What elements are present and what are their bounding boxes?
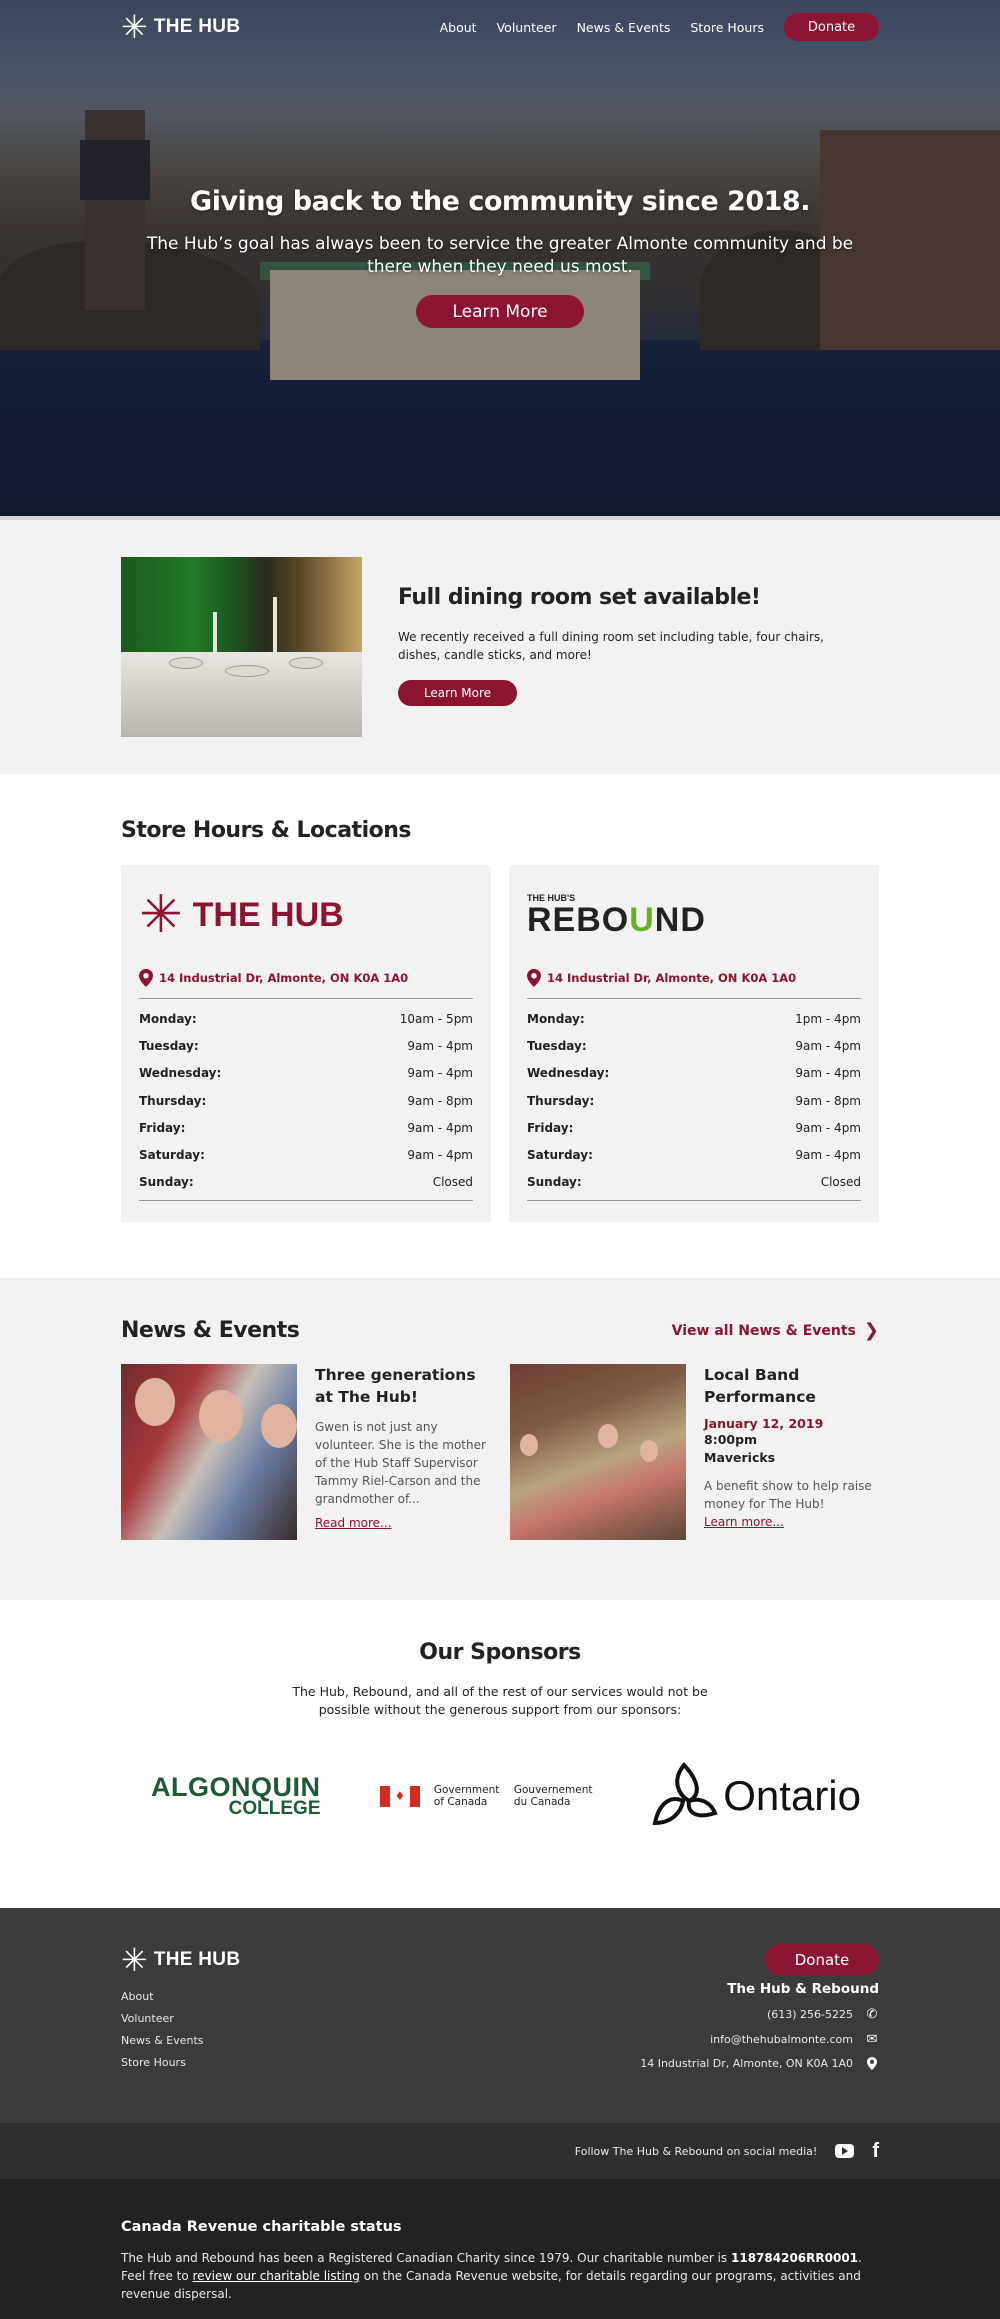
store-hours-title: Store Hours & Locations — [121, 818, 412, 843]
asterisk-logo-icon: ✳ — [121, 1941, 148, 1979]
nav-links: About Volunteer News & Events Store Hour… — [440, 13, 879, 41]
hours-row: Wednesday: 9am - 4pm — [527, 1066, 861, 1081]
hero-learn-more-button[interactable]: Learn More — [416, 295, 584, 328]
envelope-icon: ✉ — [866, 2032, 878, 2047]
learn-more-link[interactable]: Learn more... — [704, 1515, 878, 1529]
site-logo[interactable]: ✳ THE HUB — [121, 11, 240, 43]
footer-nav-news-events[interactable]: News & Events — [121, 2034, 240, 2047]
facebook-icon[interactable]: f — [872, 2140, 879, 2163]
hours-row: Tuesday: 9am - 4pm — [527, 1038, 861, 1053]
map-pin-icon — [866, 2057, 878, 2070]
site-footer: ✳ THE HUB About Volunteer News & Events … — [0, 1908, 1000, 2123]
nav-news-events[interactable]: News & Events — [577, 20, 671, 35]
hours-row: Thursday: 9am - 8pm — [527, 1093, 861, 1108]
hours-row: Saturday: 9am - 4pm — [527, 1148, 861, 1163]
event-title[interactable]: Local Band Performance — [704, 1364, 878, 1408]
hero-title: Giving back to the community since 2018. — [190, 186, 810, 217]
footer-nav-volunteer[interactable]: Volunteer — [121, 2012, 240, 2025]
news-item-excerpt: Gwen is not just any volunteer. She is t… — [315, 1420, 486, 1506]
footer-nav-about[interactable]: About — [121, 1990, 240, 2003]
youtube-icon[interactable] — [835, 2144, 855, 2158]
event-venue: Mavericks — [704, 1450, 776, 1465]
charitable-listing-link[interactable]: review our charitable listing — [193, 2269, 360, 2283]
news-item: Three generations at The Hub! Gwen is no… — [121, 1364, 489, 1540]
social-text: Follow The Hub & Rebound on social media… — [574, 2144, 818, 2158]
government-of-canada-logo[interactable]: ♦ Government of Canada Gouvernement du C… — [379, 1784, 592, 1808]
hours-row: Friday: 9am - 4pm — [139, 1120, 473, 1135]
news-photo-volunteers[interactable] — [121, 1364, 297, 1540]
hours-row: Thursday: 9am - 8pm — [139, 1093, 473, 1108]
event-time: 8:00pm — [704, 1432, 758, 1447]
footer-org-name: The Hub & Rebound — [727, 1981, 879, 1997]
dining-room-photo — [121, 557, 362, 737]
charity-number: 118784206RR0001 — [731, 2251, 859, 2265]
nav-store-hours[interactable]: Store Hours — [690, 20, 764, 35]
footer-email[interactable]: info@thehubalmonte.com ✉ — [710, 2032, 879, 2047]
hours-row: Wednesday: 9am - 4pm — [139, 1066, 473, 1081]
read-more-link[interactable]: Read more... — [315, 1516, 489, 1530]
footer-navigation: About Volunteer News & Events Store Hour… — [121, 1990, 240, 2069]
news-item: Local Band Performance January 12, 2019 … — [510, 1364, 878, 1540]
hub-location-card: ✳ THE HUB 14 Industrial Dr, Almonte, ON … — [121, 865, 491, 1222]
donate-button[interactable]: Donate — [784, 13, 879, 41]
trillium-icon — [652, 1761, 718, 1826]
rebound-logo: THE HUB'S REBOUND — [527, 893, 706, 939]
top-navigation: ✳ THE HUB About Volunteer News & Events … — [121, 11, 879, 43]
charitable-status-title: Canada Revenue charitable status — [121, 2219, 402, 2235]
news-item-title[interactable]: Three generations at The Hub! — [315, 1364, 489, 1408]
map-pin-icon — [139, 969, 153, 987]
footer-logo[interactable]: ✳ THE HUB — [121, 1944, 240, 1976]
canada-flag-icon: ♦ — [379, 1785, 420, 1807]
view-all-news-link[interactable]: View all News & Events ❯ — [672, 1320, 879, 1341]
footer-phone[interactable]: (613) 256-5225 ✆ — [767, 2007, 879, 2022]
logo-text: THE HUB — [153, 16, 241, 37]
hub-address[interactable]: 14 Industrial Dr, Almonte, ON K0A 1A0 — [139, 969, 473, 999]
footer-address[interactable]: 14 Industrial Dr, Almonte, ON K0A 1A0 — [640, 2057, 879, 2070]
hero-section: ✳ THE HUB About Volunteer News & Events … — [0, 0, 1000, 520]
hours-row: Monday: 10am - 5pm — [139, 1011, 473, 1026]
news-events-section: News & Events View all News & Events ❯ T… — [0, 1278, 1000, 1600]
hours-row: Sunday: Closed — [139, 1175, 473, 1190]
news-photo-band[interactable] — [510, 1364, 686, 1540]
social-bar: Follow The Hub & Rebound on social media… — [0, 2123, 1000, 2179]
footer-nav-store-hours[interactable]: Store Hours — [121, 2056, 240, 2069]
featured-item-title: Full dining room set available! — [398, 585, 761, 610]
rebound-location-card: THE HUB'S REBOUND 14 Industrial Dr, Almo… — [509, 865, 879, 1222]
sponsors-description: The Hub, Rebound, and all of the rest of… — [292, 1684, 708, 1717]
map-pin-icon — [527, 969, 541, 987]
nav-volunteer[interactable]: Volunteer — [497, 20, 557, 35]
asterisk-logo-icon: ✳ — [121, 8, 148, 46]
footer-donate-button[interactable]: Donate — [765, 1944, 879, 1975]
store-hours-section: Store Hours & Locations ✳ THE HUB 14 Ind… — [0, 774, 1000, 1278]
featured-item-section: Full dining room set available! We recen… — [0, 520, 1000, 774]
nav-about[interactable]: About — [440, 20, 477, 35]
charitable-status-section: Canada Revenue charitable status The Hub… — [0, 2179, 1000, 2319]
rebound-hours-list: Monday: 1pm - 4pm Tuesday: 9am - 4pm Wedne… — [527, 999, 861, 1202]
featured-item-description: We recently received a full dining room … — [398, 630, 824, 662]
sponsors-title: Our Sponsors — [419, 1640, 581, 1665]
asterisk-logo-icon: ✳ — [139, 885, 183, 945]
event-date: January 12, 2019 — [704, 1416, 824, 1431]
hours-row: Monday: 1pm - 4pm — [527, 1011, 861, 1026]
hours-row: Tuesday: 9am - 4pm — [139, 1038, 473, 1053]
hours-row: Sunday: Closed — [527, 1175, 861, 1190]
algonquin-college-logo[interactable]: ALGONQUIN COLLEGE — [151, 1774, 321, 1819]
hero-subtitle: The Hub’s goal has always been to servic… — [146, 234, 854, 277]
hours-row: Friday: 9am - 4pm — [527, 1120, 861, 1135]
hub-hours-list: Monday: 10am - 5pm Tuesday: 9am - 4pm Wedn… — [139, 999, 473, 1202]
hero-content: Giving back to the community since 2018.… — [0, 186, 1000, 328]
event-description: A benefit show to help raise money for T… — [704, 1479, 872, 1511]
phone-icon: ✆ — [866, 2007, 878, 2022]
news-title: News & Events — [121, 1318, 300, 1343]
hours-row: Saturday: 9am - 4pm — [139, 1148, 473, 1163]
ontario-logo[interactable]: Ontario — [649, 1761, 861, 1831]
chevron-right-icon: ❯ — [863, 1320, 879, 1341]
featured-learn-more-button[interactable]: Learn More — [398, 680, 517, 706]
sponsors-section: Our Sponsors The Hub, Rebound, and all o… — [0, 1600, 1000, 1908]
hub-logo: ✳ THE HUB — [139, 885, 344, 945]
featured-item-text: Full dining room set available! We recen… — [398, 557, 858, 737]
rebound-address[interactable]: 14 Industrial Dr, Almonte, ON K0A 1A0 — [527, 969, 861, 999]
charitable-status-text: The Hub and Rebound has been a Registere… — [121, 2251, 862, 2301]
